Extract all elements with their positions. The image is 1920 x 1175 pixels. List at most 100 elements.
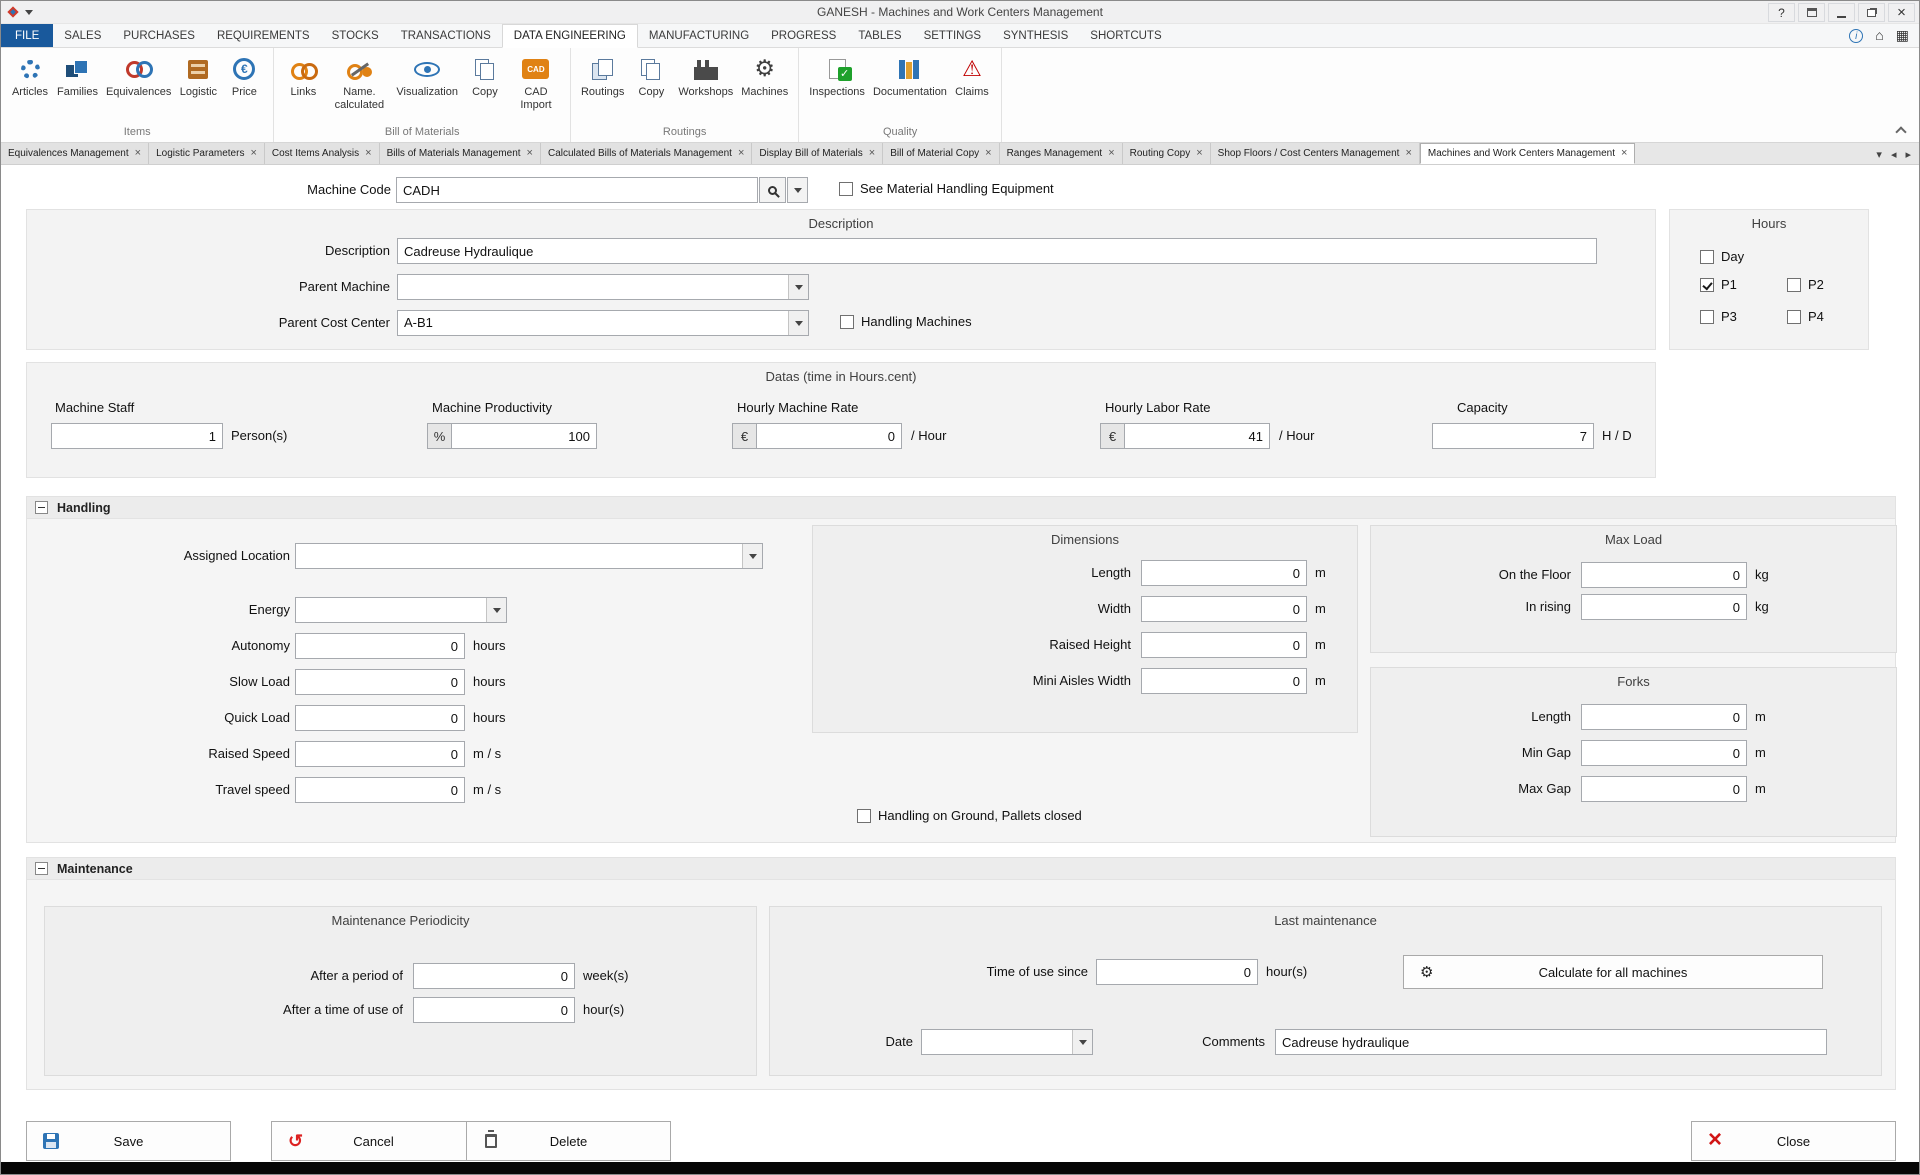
- close-tab-icon[interactable]: [985, 148, 991, 159]
- machine-productivity-input[interactable]: [451, 423, 597, 449]
- doc-tab-cost-items-analysis[interactable]: Cost Items Analysis: [265, 143, 380, 164]
- menu-tab-tables[interactable]: TABLES: [847, 24, 912, 47]
- restore-button[interactable]: [1858, 3, 1885, 22]
- machine-code-input[interactable]: [396, 177, 758, 203]
- travel-speed-input[interactable]: [295, 777, 465, 803]
- handling-on-ground-checkbox[interactable]: [857, 809, 871, 823]
- hourly-machine-rate-input[interactable]: [756, 423, 902, 449]
- machine-staff-input[interactable]: [51, 423, 223, 449]
- machine-code-search-button[interactable]: [759, 177, 786, 203]
- maintenance-section-header[interactable]: Maintenance: [27, 858, 1895, 880]
- ribbon-button-workshops[interactable]: Workshops: [674, 50, 737, 101]
- help-button[interactable]: [1768, 3, 1795, 22]
- ribbon-button-visualization[interactable]: Visualization: [392, 50, 462, 101]
- tab-list-icon[interactable]: [1876, 145, 1882, 163]
- close-tab-icon[interactable]: [1405, 148, 1411, 159]
- hourly-labor-rate-input[interactable]: [1124, 423, 1270, 449]
- doc-tab-calculated-bills[interactable]: Calculated Bills of Materials Management: [541, 143, 752, 164]
- autonomy-input[interactable]: [295, 633, 465, 659]
- menu-tab-purchases[interactable]: PURCHASES: [112, 24, 206, 47]
- close-tab-icon[interactable]: [738, 148, 744, 159]
- chevron-down-icon[interactable]: [788, 275, 808, 299]
- parent-machine-combo[interactable]: [397, 274, 809, 300]
- save-button[interactable]: Save: [26, 1121, 231, 1161]
- raised-height-input[interactable]: [1141, 632, 1307, 658]
- collapse-icon[interactable]: [35, 862, 48, 875]
- width-input[interactable]: [1141, 596, 1307, 622]
- max-gap-input[interactable]: [1581, 776, 1747, 802]
- close-tab-icon[interactable]: [1196, 148, 1202, 159]
- chevron-down-icon[interactable]: [486, 598, 506, 622]
- p3-checkbox[interactable]: [1700, 310, 1714, 324]
- day-checkbox[interactable]: [1700, 250, 1714, 264]
- doc-tab-bills-of-materials-management[interactable]: Bills of Materials Management: [380, 143, 541, 164]
- machine-code-dropdown-button[interactable]: [787, 177, 808, 203]
- close-tab-icon[interactable]: [135, 148, 141, 159]
- ribbon-button-articles[interactable]: Articles: [7, 50, 53, 101]
- window-style-button[interactable]: [1798, 3, 1825, 22]
- menu-tab-shortcuts[interactable]: SHORTCUTS: [1079, 24, 1172, 47]
- cancel-button[interactable]: Cancel: [271, 1121, 476, 1161]
- ribbon-button-bom-copy[interactable]: Copy: [462, 50, 508, 101]
- close-tab-icon[interactable]: [1621, 148, 1627, 159]
- menu-tab-manufacturing[interactable]: MANUFACTURING: [638, 24, 760, 47]
- p4-checkbox[interactable]: [1787, 310, 1801, 324]
- menu-tab-progress[interactable]: PROGRESS: [760, 24, 847, 47]
- doc-tab-routing-copy[interactable]: Routing Copy: [1123, 143, 1211, 164]
- quick-access-caret-icon[interactable]: [25, 10, 33, 15]
- doc-tab-bill-of-material-copy[interactable]: Bill of Material Copy: [883, 143, 999, 164]
- calculate-for-all-machines-button[interactable]: Calculate for all machines: [1403, 955, 1823, 989]
- close-tab-icon[interactable]: [1108, 148, 1114, 159]
- menu-tab-data-engineering[interactable]: DATA ENGINEERING: [502, 24, 638, 48]
- doc-tab-machines-and-work-centers[interactable]: Machines and Work Centers Management: [1420, 143, 1636, 164]
- doc-tab-logistic-parameters[interactable]: Logistic Parameters: [149, 143, 265, 164]
- ribbon-button-price[interactable]: Price: [221, 50, 267, 101]
- ribbon-button-routing-copy[interactable]: Copy: [628, 50, 674, 101]
- close-button[interactable]: Close: [1691, 1121, 1896, 1161]
- mini-aisles-width-input[interactable]: [1141, 668, 1307, 694]
- ribbon-button-inspections[interactable]: Inspections: [805, 50, 869, 101]
- scroll-left-icon[interactable]: [1891, 145, 1897, 163]
- minimize-button[interactable]: [1828, 3, 1855, 22]
- doc-tab-ranges-management[interactable]: Ranges Management: [1000, 143, 1123, 164]
- menu-tab-sales[interactable]: SALES: [53, 24, 112, 47]
- see-material-handling-checkbox[interactable]: [839, 182, 853, 196]
- slow-load-input[interactable]: [295, 669, 465, 695]
- close-window-button[interactable]: [1888, 3, 1915, 22]
- ribbon-button-machines[interactable]: Machines: [737, 50, 792, 101]
- scroll-right-icon[interactable]: [1905, 145, 1911, 163]
- close-tab-icon[interactable]: [365, 148, 371, 159]
- grid-icon[interactable]: [1896, 27, 1909, 45]
- ribbon-button-equivalences[interactable]: Equivalences: [102, 50, 175, 101]
- on-the-floor-input[interactable]: [1581, 562, 1747, 588]
- chevron-down-icon[interactable]: [742, 544, 762, 568]
- ribbon-button-name-calculated[interactable]: Name. calculated: [326, 50, 392, 113]
- ribbon-collapse-button[interactable]: [1897, 128, 1905, 136]
- assigned-location-combo[interactable]: [295, 543, 763, 569]
- capacity-input[interactable]: [1432, 423, 1594, 449]
- p1-checkbox[interactable]: [1700, 278, 1714, 292]
- close-tab-icon[interactable]: [869, 148, 875, 159]
- handling-section-header[interactable]: Handling: [27, 497, 1895, 519]
- after-time-of-use-input[interactable]: [413, 997, 575, 1023]
- handling-machines-checkbox[interactable]: [840, 315, 854, 329]
- ribbon-button-routings[interactable]: Routings: [577, 50, 628, 101]
- raised-speed-input[interactable]: [295, 741, 465, 767]
- length-input[interactable]: [1141, 560, 1307, 586]
- close-tab-icon[interactable]: [250, 148, 256, 159]
- comments-input[interactable]: [1275, 1029, 1827, 1055]
- date-combo[interactable]: [921, 1029, 1093, 1055]
- close-tab-icon[interactable]: [527, 148, 533, 159]
- menu-tab-requirements[interactable]: REQUIREMENTS: [206, 24, 321, 47]
- ribbon-button-claims[interactable]: Claims: [949, 50, 995, 101]
- min-gap-input[interactable]: [1581, 740, 1747, 766]
- menu-tab-settings[interactable]: SETTINGS: [913, 24, 993, 47]
- menu-tab-stocks[interactable]: STOCKS: [321, 24, 390, 47]
- in-rising-input[interactable]: [1581, 594, 1747, 620]
- energy-combo[interactable]: [295, 597, 507, 623]
- ribbon-button-cad-import[interactable]: CAD Import: [508, 50, 564, 113]
- chevron-down-icon[interactable]: [1072, 1030, 1092, 1054]
- menu-tab-transactions[interactable]: TRANSACTIONS: [390, 24, 502, 47]
- p2-checkbox[interactable]: [1787, 278, 1801, 292]
- description-input[interactable]: [397, 238, 1597, 264]
